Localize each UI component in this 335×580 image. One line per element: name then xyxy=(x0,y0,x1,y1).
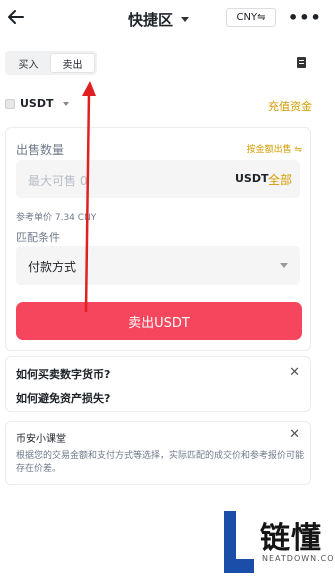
close-icon[interactable]: ✕ xyxy=(289,365,300,380)
sell-by-amount-toggle[interactable]: 按金额出售 ⇋ xyxy=(247,142,302,155)
chevron-down-icon xyxy=(181,17,190,22)
reference-price: 参考单价 7.34 CNY xyxy=(16,213,97,223)
currency-switch-button[interactable]: CNY⇋ xyxy=(226,8,276,27)
classroom-text: 根据您的交易金额和支付方式等选择，实际匹配的成交价和参考报价可能存在价差。 xyxy=(16,451,305,474)
classroom-card: 币安小课堂 ✕ 根据您的交易金额和支付方式等选择，实际匹配的成交价和参考报价可能… xyxy=(5,421,311,485)
top-bar: 快捷区 CNY⇋ ••• xyxy=(0,0,335,36)
tab-buy[interactable]: 买入 xyxy=(7,53,50,73)
coin-selector[interactable]: USDT xyxy=(5,97,69,110)
quantity-unit: USDT xyxy=(235,172,269,185)
chevron-down-icon xyxy=(280,263,288,268)
more-dots-icon[interactable]: ••• xyxy=(288,8,322,27)
recharge-link[interactable]: 充值资金 xyxy=(268,98,312,114)
page-title: 快捷区 xyxy=(128,11,174,29)
watermark-subtext: NEATDOWN.COM xyxy=(262,554,335,563)
watermark-text: 链懂 xyxy=(260,521,322,556)
quantity-label: 出售数量 xyxy=(16,143,65,157)
receipt-icon[interactable] xyxy=(297,57,306,68)
faq-link-avoid-loss[interactable]: 如何避免资产损失? xyxy=(16,390,110,406)
sell-usdt-button[interactable]: 卖出USDT xyxy=(16,302,302,340)
watermark: 链懂 NEATDOWN.COM xyxy=(222,509,335,577)
sell-form-card: 出售数量 按金额出售 ⇋ 最大可售 0 USDT 全部 参考单价 7.34 CN… xyxy=(5,127,311,351)
all-button[interactable]: 全部 xyxy=(268,171,292,188)
match-condition-label: 匹配条件 xyxy=(16,231,60,244)
close-icon[interactable]: ✕ xyxy=(289,427,300,442)
tab-sell[interactable]: 卖出 xyxy=(50,53,95,73)
faq-link-how-to-trade[interactable]: 如何买卖数字货币? xyxy=(16,366,110,382)
payment-method-value: 付款方式 xyxy=(28,260,77,274)
trade-tabs: 买入 卖出 xyxy=(5,51,97,75)
faq-card: 如何买卖数字货币? 如何避免资产损失? ✕ xyxy=(5,356,311,412)
payment-method-select[interactable]: 付款方式 xyxy=(16,246,300,285)
coin-logo-icon xyxy=(5,98,15,109)
quantity-placeholder: 最大可售 0 xyxy=(28,174,88,188)
arrow-left-icon[interactable] xyxy=(6,7,26,27)
classroom-title: 币安小课堂 xyxy=(16,434,66,445)
coin-name: USDT xyxy=(20,97,54,110)
zone-selector[interactable]: 快捷区 xyxy=(128,9,190,30)
letter-l-logo xyxy=(224,511,254,573)
chevron-down-icon xyxy=(62,101,69,106)
quantity-input[interactable]: 最大可售 0 USDT 全部 xyxy=(16,160,300,198)
